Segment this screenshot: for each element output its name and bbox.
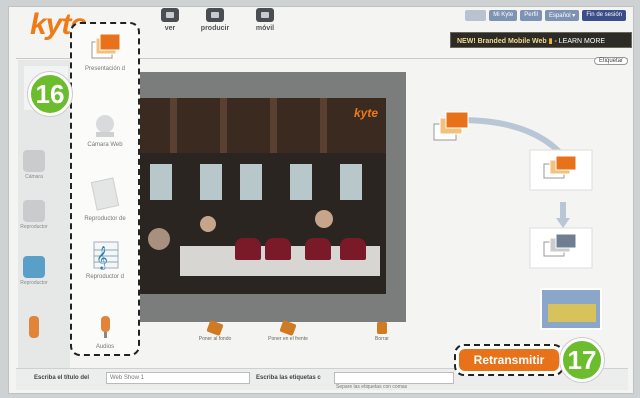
tags-label: Escriba las etiquetas c [256, 375, 321, 381]
broadcast-highlight: Retransmitir [454, 344, 564, 376]
left-item-audio[interactable] [20, 316, 48, 340]
bring-front-icon [279, 319, 297, 337]
monitor-icon [206, 8, 224, 22]
video-watermark: kyte [353, 106, 378, 120]
logout-link[interactable]: Fin de sesión [582, 10, 626, 21]
tag-tab[interactable]: Etiquetar [593, 57, 628, 65]
title-input[interactable]: Web Show 1 [106, 372, 250, 384]
window [340, 164, 362, 200]
nav-movil-label: móvil [255, 25, 275, 32]
broadcast-button[interactable]: Retransmitir [459, 349, 559, 371]
player-icon [23, 200, 45, 222]
chair [305, 238, 331, 260]
chair [265, 238, 291, 260]
language-select[interactable]: Español ▾ [544, 10, 580, 21]
slideshow-icon [91, 33, 121, 59]
beam [270, 98, 277, 153]
delete-label: Borrar [375, 336, 389, 342]
tool-video-player[interactable]: Reproductor de [72, 174, 138, 222]
workflow-arrows [433, 111, 593, 269]
svg-text:𝄞: 𝄞 [96, 245, 108, 270]
video-preview[interactable]: kyte [140, 98, 386, 294]
bring-to-front-button[interactable]: Poner en el frente [258, 319, 318, 342]
camera-icon [23, 150, 45, 172]
nav-producir-label: producir [200, 25, 230, 32]
left-item-music[interactable]: Reproductor [20, 256, 48, 286]
tool-audio[interactable]: Audios [72, 312, 138, 350]
tool-slideshow-label: Presentación d [84, 66, 126, 72]
microphone-icon [101, 316, 110, 338]
tv-icon [161, 8, 179, 22]
webcam-icon [96, 115, 114, 137]
title-label: Escriba el título del [34, 375, 90, 381]
left-item-label: Reproductor [20, 224, 48, 230]
tool-music-player-label: Reproductor d [85, 274, 125, 280]
lock-icon: ▮ [548, 38, 553, 45]
workflow-diagram [420, 80, 620, 320]
left-item-camera[interactable]: Cámara [20, 150, 48, 180]
link-perfil[interactable]: Perfil [520, 10, 542, 21]
mobile-icon [256, 8, 274, 22]
promo-cta[interactable]: LEARN MORE [559, 38, 605, 45]
window [150, 164, 172, 200]
player-icon [90, 177, 120, 211]
top-links: Mi Kyte Perfil Español ▾ Fin de sesión [464, 10, 626, 21]
window [240, 164, 262, 200]
promo-text: NEW! Branded Mobile Web [457, 38, 547, 45]
window [200, 164, 222, 200]
nav-ver-label: ver [164, 25, 176, 32]
user-name-pill [464, 10, 487, 21]
window [290, 164, 312, 200]
bus-image [548, 304, 596, 322]
left-item-label: Cámara [25, 174, 43, 180]
callout-badge: 17 [560, 338, 604, 382]
music-icon [23, 256, 45, 278]
nav-producir[interactable]: producir [195, 8, 235, 32]
tags-hint: Separe las etiquetas con comas [336, 384, 408, 390]
promo-banner[interactable]: NEW! Branded Mobile Web ▮ - LEARN MORE [450, 32, 632, 48]
left-item-player[interactable]: Reproductor [20, 200, 48, 230]
send-back-icon [206, 319, 224, 337]
send-to-back-button[interactable]: Poner al fondo [185, 319, 245, 342]
person [200, 216, 216, 232]
tool-video-player-label: Reproductor de [84, 216, 126, 222]
beam [320, 98, 327, 153]
chair [340, 238, 366, 260]
bring-to-front-label[interactable]: Poner en el frente [268, 336, 308, 342]
tool-webcam[interactable]: Cámara Web [72, 112, 138, 148]
left-item-label: Reproductor [20, 280, 48, 286]
tool-webcam-label: Cámara Web [87, 142, 123, 148]
nav-movil[interactable]: móvil [245, 8, 285, 32]
beam [220, 98, 227, 153]
link-mi-kyte[interactable]: Mi Kyte [489, 10, 518, 21]
callout-badge: 16 [28, 72, 72, 116]
tool-music-player[interactable]: 𝄞 Reproductor d [72, 238, 138, 280]
nav-ver[interactable]: ver [150, 8, 190, 32]
send-to-back-label: Poner al fondo [198, 336, 232, 342]
person [148, 228, 170, 250]
published-thumbnail[interactable] [540, 288, 602, 330]
beam [170, 98, 177, 153]
microphone-icon [29, 316, 39, 338]
person [315, 210, 333, 228]
tool-slideshow[interactable]: Presentación d [72, 32, 138, 72]
trash-icon [377, 322, 387, 334]
tool-audio-label: Audios [95, 344, 115, 350]
delete-button[interactable]: Borrar [352, 322, 412, 342]
toolbox-highlight: Presentación d Cámara Web Reproductor de… [70, 22, 140, 356]
music-player-icon: 𝄞 [93, 241, 119, 270]
chair [235, 238, 261, 260]
tags-input[interactable] [334, 372, 454, 384]
